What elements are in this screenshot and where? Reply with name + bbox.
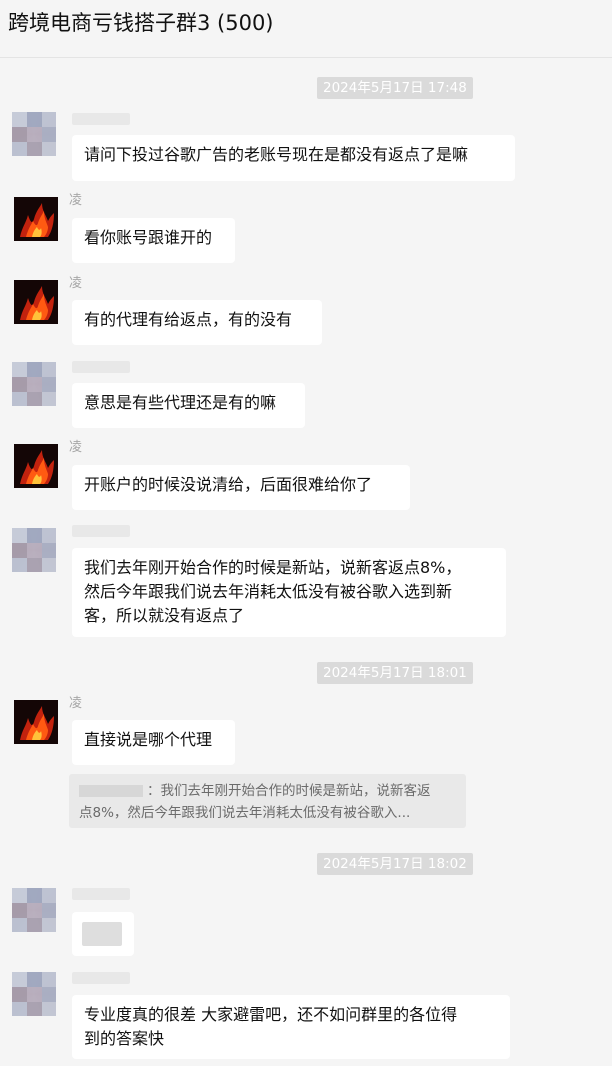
sender-name [72, 972, 130, 984]
timestamp: 2024年5月17日 18:02 [317, 853, 473, 875]
fire-icon [14, 280, 58, 324]
sender-name [72, 888, 130, 900]
message-bubble[interactable]: 看你账号跟谁开的 [72, 218, 235, 263]
redacted-content [82, 922, 122, 946]
message-bubble[interactable]: 意思是有些代理还是有的嘛 [72, 383, 305, 428]
chat-title: 跨境电商亏钱搭子群3 (500) [8, 11, 274, 35]
message-bubble[interactable]: 我们去年刚开始合作的时候是新站，说新客返点8%， 然后今年跟我们说去年消耗太低没… [72, 548, 506, 637]
avatar[interactable] [12, 972, 56, 1016]
quote-line: ：我们去年刚开始合作的时候是新站，说新客返 [147, 783, 431, 799]
avatar[interactable] [12, 112, 56, 156]
sender-name: 凌 [69, 193, 83, 208]
message-bubble[interactable]: 直接说是哪个代理 [72, 720, 235, 765]
message-line: 到的答案快 [84, 1029, 165, 1048]
sender-name: 凌 [69, 276, 83, 291]
message-line: 然后今年跟我们说去年消耗太低没有被谷歌入选到新 [84, 582, 453, 601]
avatar[interactable] [14, 444, 58, 488]
message-bubble[interactable]: 开账户的时候没说清给，后面很难给你了 [72, 465, 410, 510]
message-bubble[interactable]: 请问下投过谷歌广告的老账号现在是都没有返点了是嘛 [72, 135, 515, 181]
message-bubble[interactable] [72, 912, 134, 956]
fire-icon [14, 197, 58, 241]
message-bubble[interactable]: 专业度真的很差 大家避雷吧，还不如问群里的各位得 到的答案快 [72, 995, 510, 1059]
message-line: 我们去年刚开始合作的时候是新站，说新客返点8%， [84, 558, 462, 577]
timestamp: 2024年5月17日 18:01 [317, 662, 473, 684]
avatar[interactable] [12, 528, 56, 572]
fire-icon [14, 700, 58, 744]
sender-name [72, 361, 130, 373]
avatar[interactable] [12, 888, 56, 932]
message-line: 客，所以就没有返点了 [84, 606, 245, 625]
chat-header: 跨境电商亏钱搭子群3 (500) [0, 0, 612, 58]
sender-name [72, 113, 130, 125]
avatar[interactable] [12, 362, 56, 406]
message-bubble[interactable]: 有的代理有给返点，有的没有 [72, 300, 322, 345]
sender-name: 凌 [69, 696, 83, 711]
message-line: 专业度真的很差 大家避雷吧，还不如问群里的各位得 [84, 1005, 458, 1024]
quoted-message[interactable]: ：我们去年刚开始合作的时候是新站，说新客返 点8%，然后今年跟我们说去年消耗太低… [69, 774, 466, 828]
avatar[interactable] [14, 280, 58, 324]
quote-line: 点8%，然后今年跟我们说去年消耗太低没有被谷歌入... [79, 805, 411, 821]
timestamp: 2024年5月17日 17:48 [317, 77, 473, 99]
avatar[interactable] [14, 197, 58, 241]
avatar[interactable] [14, 700, 58, 744]
fire-icon [14, 444, 58, 488]
quoted-sender [79, 785, 143, 797]
sender-name [72, 525, 130, 537]
sender-name: 凌 [69, 440, 83, 455]
